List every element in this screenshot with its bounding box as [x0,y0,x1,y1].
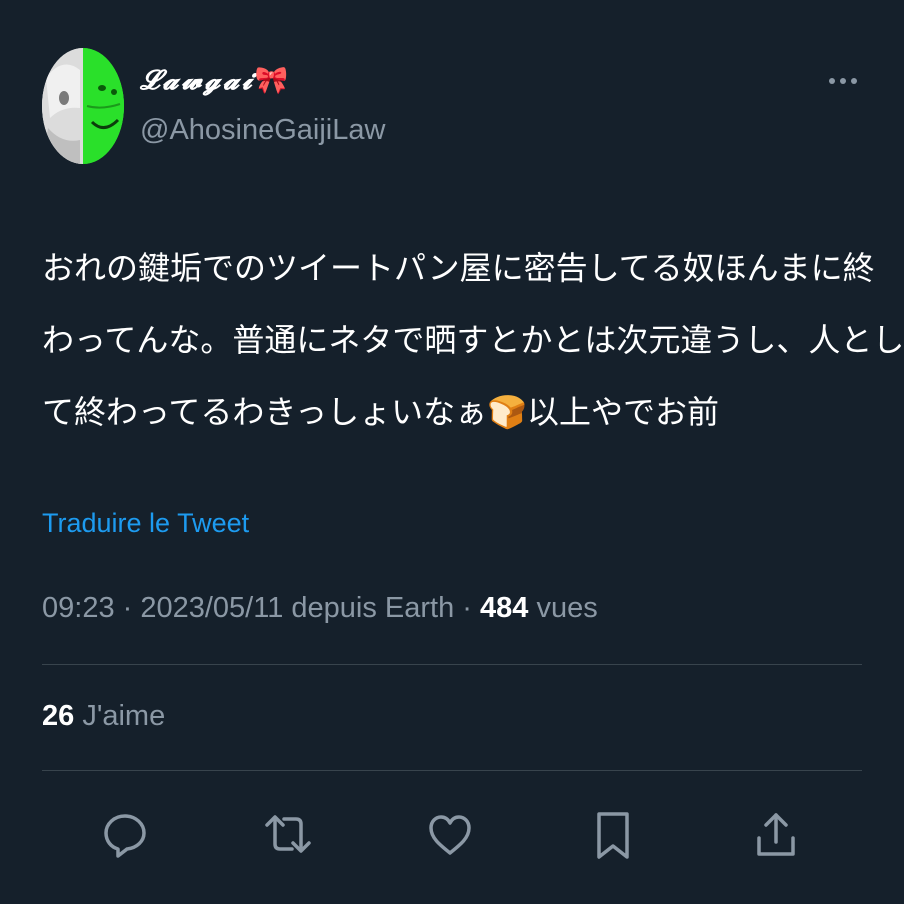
ribbon-emoji: 🎀 [254,65,289,96]
divider [42,664,862,665]
bookmark-button[interactable] [585,806,641,862]
tweet-metadata: 09:23 · 2023/05/11 depuis Earth · 484 vu… [42,592,598,625]
tweet-source: depuis Earth [283,592,455,624]
tweet-text-line: おれの鍵垢でのツイートパン屋に密告してる奴ほんまに終 [42,249,875,287]
avatar-image [42,48,124,164]
like-button[interactable] [422,806,478,862]
retweet-button[interactable] [260,806,316,862]
translate-tweet-link[interactable]: Traduire le Tweet [42,508,249,539]
likes-count: 26 [42,700,75,732]
tweet-text-line: て終わってるわきっしょいなぁ🍞以上やでお前 [42,393,719,431]
display-name-text: 𝓛𝓪𝔀𝓰𝓪𝓲 [140,65,255,96]
meta-separator: · [114,592,141,624]
like-icon [429,815,471,855]
reply-button[interactable] [97,806,153,862]
views-count: 484 [480,592,529,624]
more-options-button[interactable] [824,66,864,96]
tweet-text: おれの鍵垢でのツイートパン屋に密告してる奴ほんまに終 わってんな。普通にネタで晒… [42,232,904,448]
likes-label: J'aime [74,700,166,732]
share-button[interactable] [748,806,804,862]
more-dots-icon [829,78,857,84]
views-label: vues [528,592,598,624]
reply-icon [104,814,146,858]
user-handle[interactable]: @AhosineGaijiLaw [140,114,385,147]
retweet-icon [265,815,311,853]
avatar[interactable] [42,48,124,164]
likes-stat[interactable]: 26 J'aime [42,700,165,733]
meta-separator: · [454,592,481,624]
tweet-text-line: わってんな。普通にネタで晒すとかとは次元違うし、人とし [42,321,904,359]
tweet-detail: 𝓛𝓪𝔀𝓰𝓪𝓲🎀 @AhosineGaijiLaw おれの鍵垢でのツイートパン屋に… [0,0,904,904]
tweet-time[interactable]: 09:23 [42,592,115,624]
bookmark-icon [597,812,629,859]
divider [42,770,862,771]
tweet-date[interactable]: 2023/05/11 [140,592,283,624]
share-icon [757,813,795,856]
display-name[interactable]: 𝓛𝓪𝔀𝓰𝓪𝓲🎀 [140,64,288,97]
